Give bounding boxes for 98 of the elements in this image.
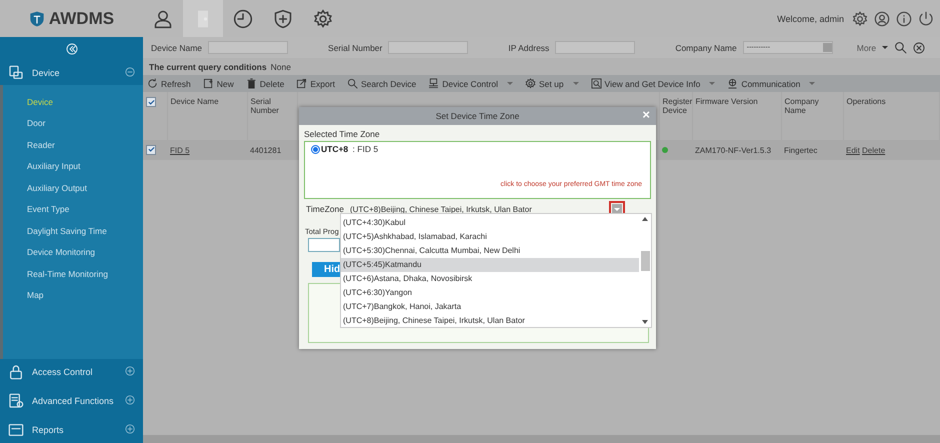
power-icon [918,10,934,26]
column-header: Company Name [781,92,843,140]
filter-label: Device Name [151,42,202,52]
operation-link[interactable]: Edit [846,146,860,154]
user-circle-icon [874,10,890,26]
sidebar-item[interactable]: Auxiliary Output [3,177,143,198]
sidebar-item[interactable]: Device Monitoring [3,242,143,263]
sidebar-item[interactable]: Reader [3,134,143,156]
toolbar-button[interactable]: Refresh [147,78,191,89]
zone-code: UTC+8 [321,144,348,154]
app-logo: AWDMS [48,8,114,28]
sidebar-item[interactable]: Auxiliary Input [3,156,143,177]
toolbar-button[interactable]: Device Control [428,78,513,89]
sidebar-item[interactable]: Door [3,112,143,134]
toolbar-button[interactable]: Search Device [346,78,416,89]
dropdown-option[interactable]: (UTC+6:30)Yangon [341,285,639,300]
globe-icon [727,78,738,89]
radio-button[interactable] [311,144,320,154]
device-link[interactable]: FID 5 [170,146,190,154]
new-document-icon [202,78,214,89]
shield-logo-icon [28,10,45,28]
filter-field[interactable] [208,41,288,54]
sidebar-group[interactable]: Reports [0,417,143,442]
collapse-minus-icon [125,66,135,76]
export-icon [296,78,308,89]
search-icon [894,41,908,54]
devices-icon [8,64,24,80]
document-icon [8,392,24,408]
expand-plus-icon [125,424,135,434]
dropdown-option[interactable]: (UTC+5:30)Chennai, Calcutta Mumbai, New Delhi [341,244,639,258]
table-cell: 4401281 [247,140,297,160]
query-value: None [270,62,291,72]
column-header: Firmware Version [692,92,781,140]
dropdown-option[interactable]: (UTC+5:45)Katmandu [341,258,639,272]
column-header: Operations [843,92,940,140]
close-button[interactable]: × [642,109,650,121]
dropdown-option[interactable]: (UTC+4:30)Kabul [341,216,639,230]
column-header: Serial Number [247,92,297,140]
dialog-title: Set Device Time Zone [436,111,520,121]
sidebar-item[interactable]: Device [3,91,143,112]
expand-plus-icon [125,394,135,404]
toolbar-button[interactable]: View and Get Device Info [590,78,716,89]
timezone-select[interactable]: (UTC+8)Beijing, Chinese Taipei, Irkutsk, Ulan Bator [348,202,622,216]
filter-field[interactable] [555,41,636,54]
sidebar-group[interactable]: Access Control [0,359,143,384]
report-icon [8,422,24,438]
person-icon [153,8,173,28]
input-field[interactable] [308,238,340,252]
dropdown-button[interactable] [612,204,622,214]
lock-icon [8,364,24,380]
settings-icon [313,8,333,28]
check-icon [148,146,154,154]
sidebar-group[interactable]: Advanced Functions [0,388,143,413]
expand-plus-icon [125,366,135,376]
operation-link[interactable]: Delete [862,146,886,154]
dropdown-option[interactable]: (UTC+7)Bangkok, Hanoi, Jakarta [341,299,639,314]
filter-field[interactable] [388,41,468,54]
filter-label: Serial Number [328,42,382,52]
toolbar-button[interactable]: New [202,78,234,89]
table-cell: Fingertec [781,140,843,160]
search-icon [346,78,358,89]
view-icon [590,78,602,89]
collapse-icon [66,42,78,54]
column-header: Device Name [167,92,247,140]
check-icon [148,98,154,106]
welcome-text: Welcome, admin [777,14,844,24]
sidebar-group[interactable]: Device [0,60,143,85]
trash-icon [246,78,257,89]
toolbar-button[interactable]: Delete [246,78,284,89]
sidebar-item[interactable]: Daylight Saving Time [3,220,143,242]
zone-device: : FID 5 [352,144,378,154]
dropdown-option[interactable]: (UTC+8)Beijing, Chinese Taipei, Irkutsk, Ulan Bator [341,313,639,327]
settings-icon [852,10,868,26]
refresh-icon [147,78,158,89]
settings-icon [524,78,536,89]
caret-icon [882,46,888,49]
row-checkbox[interactable] [146,144,156,155]
filter-label: Company Name [675,42,737,52]
select-all-checkbox[interactable] [146,97,156,107]
clear-icon [913,42,926,54]
query-label: The current query conditions [149,62,267,72]
table-cell: ZAM170-NF-Ver1.5.3 [692,140,781,160]
device-control-icon [428,78,440,89]
field-label: TimeZone [306,204,344,214]
dropdown-option[interactable]: (UTC+5)Ashkhabad, Islamabad, Karachi [341,230,639,244]
column-header: Register Device [659,92,692,140]
more-link[interactable]: More [856,42,876,52]
sidebar-item[interactable]: Map [3,284,143,306]
filter-label: IP Address [508,42,550,52]
sidebar-item[interactable]: Real-Time Monitoring [3,263,143,284]
info-icon [896,10,912,26]
field-label: Selected Time Zone [304,129,381,139]
toolbar-button[interactable]: Set up [524,78,579,89]
sidebar-item[interactable]: Event Type [3,198,143,220]
clock-icon [233,8,253,28]
toolbar-button[interactable]: Export [296,78,335,89]
toolbar-button[interactable]: Communication [727,78,816,89]
shield-plus-icon [273,8,293,28]
